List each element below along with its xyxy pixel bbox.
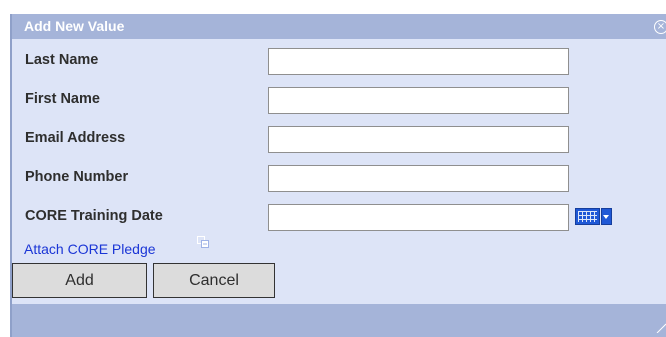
email-address-label: Email Address — [25, 130, 126, 146]
add-new-value-dialog: Add New Value × Last Name First Name Ema… — [10, 14, 666, 337]
calendar-icon — [575, 208, 600, 225]
calendar-picker-button[interactable] — [575, 207, 613, 227]
last-name-input[interactable] — [268, 48, 569, 75]
chevron-down-icon — [601, 208, 612, 225]
phone-number-input[interactable] — [268, 165, 569, 192]
email-address-input[interactable] — [268, 126, 569, 153]
attach-core-pledge-link[interactable]: Attach CORE Pledge — [24, 241, 156, 257]
core-training-date-input[interactable] — [268, 204, 569, 231]
dialog-footer — [12, 304, 666, 337]
last-name-label: Last Name — [25, 52, 99, 68]
attach-icon[interactable] — [197, 236, 209, 248]
dialog-title: Add New Value — [24, 18, 125, 34]
first-name-input[interactable] — [268, 87, 569, 114]
cancel-button[interactable]: Cancel — [153, 263, 275, 298]
resize-grip-icon[interactable] — [656, 323, 666, 333]
first-name-label: First Name — [25, 91, 100, 107]
dialog-titlebar[interactable]: Add New Value × — [12, 14, 666, 39]
core-training-date-label: CORE Training Date — [25, 208, 163, 224]
add-button[interactable]: Add — [12, 263, 147, 298]
close-icon[interactable]: × — [654, 20, 666, 34]
phone-number-label: Phone Number — [25, 169, 129, 185]
